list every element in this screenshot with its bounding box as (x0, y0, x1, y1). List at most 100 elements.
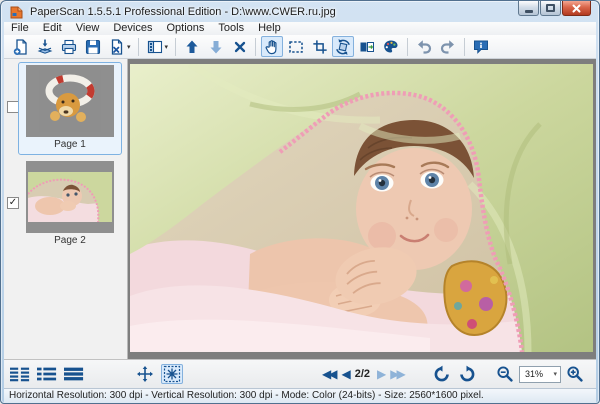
move-page-up-button[interactable] (181, 36, 203, 57)
move-down-icon (207, 38, 225, 56)
menu-item-file[interactable]: File (4, 22, 36, 35)
toolbar-separator (175, 38, 176, 56)
redo-icon (439, 38, 457, 56)
print-icon (60, 38, 78, 56)
toolbar-separator (138, 38, 139, 56)
rotate-tool-button[interactable] (332, 36, 354, 57)
rotate-ccw-icon (433, 365, 451, 383)
content-area: Page 1 ✓ (4, 59, 596, 359)
fit-to-window-button[interactable] (161, 364, 183, 384)
zoom-out-button[interactable] (494, 364, 516, 384)
main-toolbar: ▾ ▾ (4, 35, 596, 59)
print-button[interactable] (58, 36, 80, 57)
page-navigation: ◀◀ ◀ 2/2 ▶ ▶▶ (322, 364, 403, 384)
baby-photo-thumb (28, 172, 112, 222)
rotate-icon (334, 38, 352, 56)
page-2-thumbnail-image (26, 161, 114, 233)
last-page-button[interactable]: ▶▶ (390, 364, 402, 384)
menu-item-view[interactable]: View (69, 22, 107, 35)
toolbar-separator (464, 38, 465, 56)
close-button[interactable] (562, 1, 591, 16)
undo-button[interactable] (413, 36, 435, 57)
maximize-icon (546, 4, 555, 12)
zoom-rotate-tools: 31% ▾ (431, 364, 586, 384)
move-page-down-button[interactable] (205, 36, 227, 57)
thumbnail-page-2[interactable]: Page 2 (18, 158, 122, 251)
selection-rect-icon (287, 38, 305, 56)
annotation-button[interactable] (470, 36, 492, 57)
move-up-icon (183, 38, 201, 56)
zoom-out-icon (496, 365, 514, 383)
menu-bar: File Edit View Devices Options Tools Hel… (4, 22, 596, 35)
new-document-button[interactable] (10, 36, 32, 57)
maximize-button[interactable] (540, 1, 561, 16)
previous-page-button[interactable]: ◀ (341, 364, 347, 384)
teddy-bear-photo-thumb (39, 70, 101, 132)
thumbnail-panel: Page 1 ✓ (4, 59, 128, 359)
toolbar-separator (407, 38, 408, 56)
pan-tool-button[interactable] (261, 36, 283, 57)
annotation-info-icon (472, 38, 490, 56)
menu-item-devices[interactable]: Devices (106, 22, 159, 35)
delete-page-icon (108, 38, 126, 56)
crop-button[interactable] (309, 36, 330, 57)
panel-layout-dropdown-caret[interactable]: ▾ (165, 43, 169, 51)
page-indicator: 2/2 (355, 368, 370, 380)
minimize-button[interactable] (518, 1, 539, 16)
palette-icon (382, 38, 400, 56)
delete-page-dropdown-caret[interactable]: ▾ (127, 43, 131, 51)
image-adjust-icon (358, 38, 376, 56)
zoom-level-value: 31% (525, 369, 543, 379)
palette-button[interactable] (380, 36, 402, 57)
page-1-thumbnail-image (26, 65, 114, 137)
image-viewer[interactable] (128, 59, 596, 359)
thumbnail-view-large-button[interactable] (64, 366, 84, 382)
toolbar-separator (255, 38, 256, 56)
thumbnail-view-small-button[interactable] (10, 366, 30, 382)
save-icon (84, 38, 102, 56)
delete-page-button[interactable]: ▾ (106, 36, 133, 57)
rotate-cw-button[interactable] (456, 364, 478, 384)
image-adjust-button[interactable] (356, 36, 378, 57)
fit-to-window-icon (163, 365, 181, 383)
bottom-toolbar: ◀◀ ◀ 2/2 ▶ ▶▶ (4, 359, 596, 388)
menu-item-help[interactable]: Help (251, 22, 288, 35)
menu-item-edit[interactable]: Edit (36, 22, 69, 35)
select-tool-button[interactable] (285, 36, 307, 57)
pan-arrows-icon (136, 365, 154, 383)
status-text: Horizontal Resolution: 300 dpi - Vertica… (9, 390, 484, 401)
next-page-button[interactable]: ▶ (377, 364, 383, 384)
window-title: PaperScan 1.5.5.1 Professional Edition -… (30, 6, 336, 18)
save-button[interactable] (82, 36, 104, 57)
page-1-label: Page 1 (19, 137, 121, 153)
thumbnail-view-detail-button[interactable] (37, 366, 57, 382)
zoom-in-button[interactable] (564, 364, 586, 384)
zoom-level-combobox[interactable]: 31% ▾ (519, 366, 561, 383)
redo-button[interactable] (437, 36, 459, 57)
pan-view-button[interactable] (134, 364, 156, 384)
page-2-label: Page 2 (19, 233, 121, 249)
menu-item-tools[interactable]: Tools (211, 22, 251, 35)
undo-icon (415, 38, 433, 56)
view-tools (134, 364, 183, 384)
delete-x-icon (232, 39, 248, 55)
zoom-dropdown-caret[interactable]: ▾ (553, 370, 560, 378)
app-window: PaperScan 1.5.5.1 Professional Edition -… (0, 0, 600, 404)
acquire-scan-icon (36, 38, 54, 56)
status-bar: Horizontal Resolution: 300 dpi - Vertica… (4, 388, 596, 402)
first-page-button[interactable]: ◀◀ (322, 364, 334, 384)
window-controls (517, 1, 591, 16)
menu-item-options[interactable]: Options (159, 22, 211, 35)
close-icon (572, 4, 581, 13)
rotate-cw-icon (458, 365, 476, 383)
delete-button[interactable] (229, 36, 250, 57)
panel-layout-button[interactable]: ▾ (144, 36, 171, 57)
thumbnail-view-switcher (10, 366, 84, 382)
hand-pan-icon (263, 38, 281, 56)
zoom-in-icon (566, 365, 584, 383)
rotate-ccw-button[interactable] (431, 364, 453, 384)
baby-photo (130, 64, 593, 352)
thumbnail-page-1[interactable]: Page 1 (18, 62, 122, 155)
panel-layout-icon (146, 38, 164, 56)
acquire-button[interactable] (34, 36, 56, 57)
